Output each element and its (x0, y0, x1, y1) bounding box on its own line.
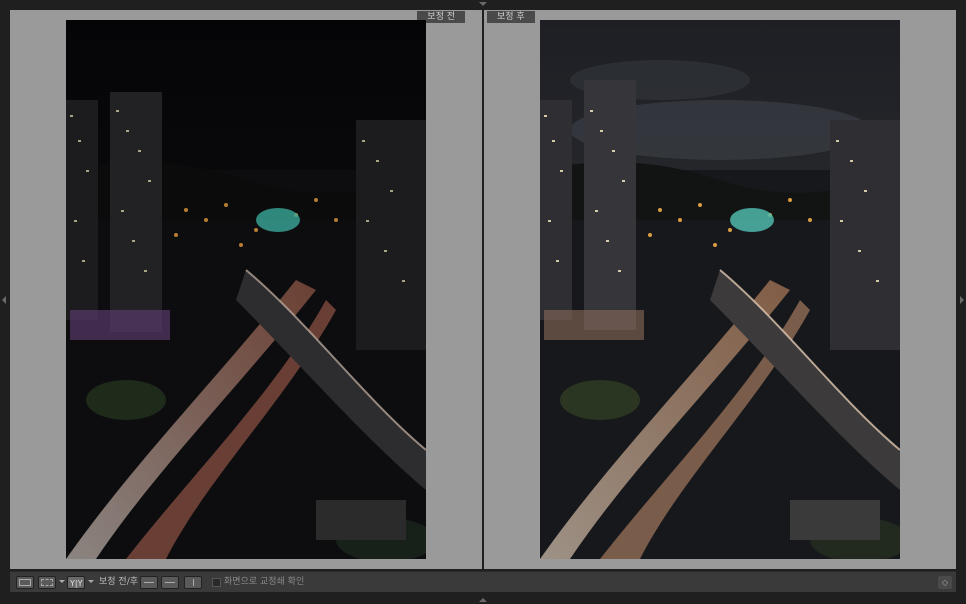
before-after-label: 보정 전/후 : (99, 577, 144, 587)
expand-left-panel-icon[interactable] (2, 296, 6, 304)
toolbar-options-icon[interactable]: ◇ (938, 576, 952, 589)
left-panel-edge[interactable] (0, 0, 10, 570)
copy-settings-icon (144, 582, 154, 583)
soft-proofing-label: 화면으로 교정쇄 확인 (224, 577, 305, 587)
before-after-dropdown-icon[interactable] (88, 580, 94, 583)
expand-right-panel-icon[interactable] (960, 296, 964, 304)
before-after-icon: Y|Y (70, 579, 83, 588)
lightroom-compare-view: 보정 전 보정 후 Y|Y 보정 전/후: 화면으로 교정쇄 확인 ◇ (0, 0, 966, 604)
right-panel-edge[interactable] (956, 0, 966, 570)
view-mode-dropdown-icon[interactable] (59, 580, 65, 583)
copy-before-to-after-button[interactable] (140, 576, 158, 589)
expand-top-panel-icon[interactable] (479, 2, 487, 6)
after-pane: 보정 후 (484, 10, 956, 569)
after-photo-image (540, 20, 900, 559)
copy-settings-reverse-icon (165, 582, 175, 583)
after-photo[interactable] (540, 20, 900, 559)
soft-proofing-checkbox[interactable] (212, 578, 221, 587)
loupe-view-button[interactable] (16, 576, 34, 589)
after-label: 보정 후 (487, 11, 535, 23)
swap-icon (192, 579, 194, 586)
before-pane: 보정 전 (10, 10, 482, 569)
grid-view-button[interactable] (38, 576, 56, 589)
before-after-view-button[interactable]: Y|Y (67, 576, 85, 589)
compare-toolbar: Y|Y 보정 전/후 : 화면으로 교정쇄 확인 ◇ (10, 571, 956, 592)
single-view-icon (19, 579, 31, 586)
grid-view-icon (41, 579, 53, 586)
before-photo-image (66, 20, 426, 559)
before-photo[interactable] (66, 20, 426, 559)
expand-filmstrip-icon[interactable] (479, 598, 487, 602)
copy-after-to-before-button[interactable] (161, 576, 179, 589)
swap-before-after-button[interactable] (184, 576, 202, 589)
